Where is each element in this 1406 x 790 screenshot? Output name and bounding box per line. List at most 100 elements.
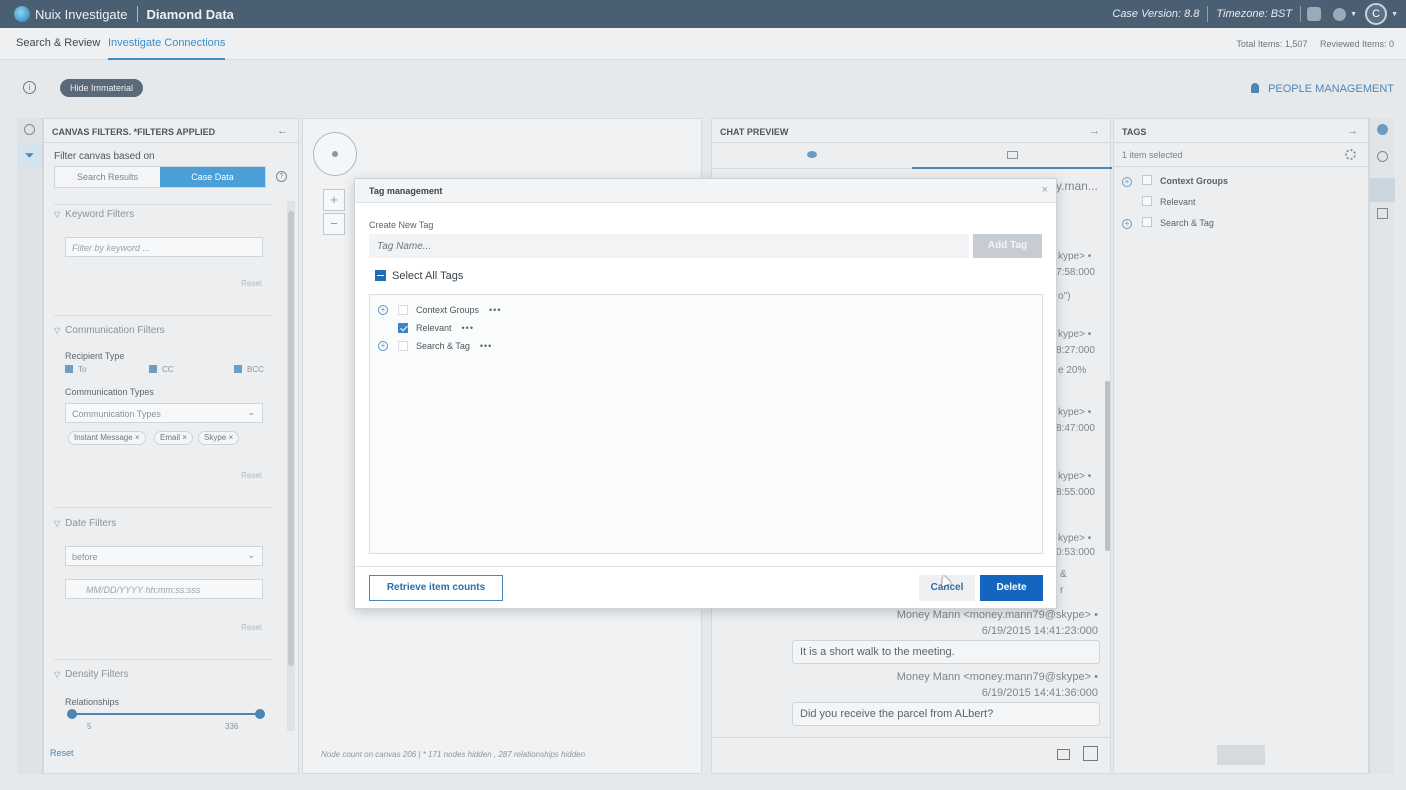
tag-row-context-groups[interactable]: + Context Groups <box>1122 175 1228 187</box>
communication-types-select[interactable]: Communication Types ⌄ <box>65 403 263 423</box>
help-icon[interactable]: ? <box>276 171 287 182</box>
keyword-filter-input[interactable]: Filter by keyword ... <box>65 237 263 257</box>
chip-skype[interactable]: Skype × <box>198 431 240 445</box>
notifications-icon[interactable] <box>1307 7 1322 21</box>
canvas-filters-panel: CANVAS FILTERS. *FILTERS APPLIED ← Filte… <box>43 118 299 774</box>
chip-email[interactable]: Email × <box>154 431 193 445</box>
tag-row-search-tag[interactable]: + Search & Tag <box>1122 217 1214 229</box>
people-management-label: PEOPLE MANAGEMENT <box>1268 83 1394 95</box>
tag-icon[interactable] <box>1370 178 1395 202</box>
eye-icon[interactable] <box>807 151 817 158</box>
recipient-bcc-checkbox[interactable]: BCC <box>234 365 264 374</box>
chevron-down-icon[interactable]: ▼ <box>1391 11 1398 18</box>
communication-reset-link[interactable]: Reset <box>241 471 262 480</box>
retrieve-item-counts-button[interactable]: Retrieve item counts <box>369 575 503 601</box>
apply-button[interactable] <box>1217 745 1265 765</box>
chat-fragment: kype> • <box>1058 533 1092 544</box>
relationships-slider[interactable] <box>67 709 265 719</box>
date-filters-header[interactable]: ▽ Date Filters <box>54 518 116 529</box>
recipient-cc-label: CC <box>162 365 174 374</box>
hide-immaterial-button[interactable]: Hide Immaterial <box>60 79 144 97</box>
filter-icon[interactable]: ⏷ <box>17 143 42 167</box>
date-reset-link[interactable]: Reset <box>241 623 262 632</box>
communication-types-value: Communication Types <box>72 409 161 419</box>
top-bar-right: Case Version: 8.8 Timezone: BST ▼ C ▼ <box>1104 0 1406 28</box>
tag-row-relevant[interactable]: Relevant <box>1122 196 1196 207</box>
tag-checkbox[interactable] <box>398 305 408 315</box>
message-meta: Money Mann <money.mann79@skype> • 6/19/2… <box>897 607 1098 639</box>
comment-icon[interactable] <box>1376 208 1388 219</box>
select-all-tags-checkbox[interactable]: Select All Tags <box>375 270 463 282</box>
filters-scrollbar[interactable] <box>287 201 295 731</box>
recipient-to-checkbox[interactable]: To <box>65 365 86 374</box>
keyword-filters-header[interactable]: ▽ Keyword Filters <box>54 209 134 220</box>
density-filters-header[interactable]: ▽ Density Filters <box>54 669 129 680</box>
expand-icon[interactable]: + <box>378 305 388 315</box>
gear-icon[interactable] <box>1345 149 1356 160</box>
segment-search-results[interactable]: Search Results <box>55 167 160 187</box>
more-options-icon[interactable]: ••• <box>462 323 474 333</box>
more-options-icon[interactable]: ••• <box>489 305 501 315</box>
date-mode-select[interactable]: before ⌄ <box>65 546 263 566</box>
more-options-icon[interactable]: ••• <box>480 341 492 351</box>
chat-fragment: 8:27:000 <box>1056 345 1095 356</box>
tag-checkbox[interactable] <box>1142 196 1152 206</box>
filters-reset-link[interactable]: Reset <box>50 748 74 758</box>
tag-list: + Context Groups ••• Relevant ••• + Sear… <box>369 294 1043 554</box>
chat-fragment: & <box>1060 569 1067 580</box>
info-icon[interactable]: i <box>23 81 36 94</box>
print-icon[interactable] <box>1057 749 1070 760</box>
zoom-in-button[interactable]: + <box>323 189 345 211</box>
slider-max-handle[interactable] <box>255 709 265 719</box>
tab-search-review[interactable]: Search & Review <box>16 37 100 49</box>
close-icon[interactable]: × <box>1042 184 1048 196</box>
segment-case-data[interactable]: Case Data <box>160 167 265 187</box>
tag-checkbox[interactable] <box>1142 217 1152 227</box>
info-icon[interactable] <box>1376 151 1388 162</box>
tag-checkbox-checked[interactable] <box>398 323 408 333</box>
create-new-tag-label: Create New Tag <box>369 220 434 230</box>
tab-investigate-connections[interactable]: Investigate Connections <box>108 37 226 60</box>
message-bubble[interactable]: Did you receive the parcel from ALbert? <box>792 702 1100 726</box>
chat-scrollbar[interactable] <box>1105 381 1110 551</box>
communication-filters-header[interactable]: ▽ Communication Filters <box>54 325 165 336</box>
message-bubble[interactable]: It is a short walk to the meeting. <box>792 640 1100 664</box>
keyword-reset-link[interactable]: Reset <box>241 279 262 288</box>
date-mode-value: before <box>72 552 98 562</box>
tag-checkbox[interactable] <box>398 341 408 351</box>
slider-min-handle[interactable] <box>67 709 77 719</box>
user-avatar[interactable]: C <box>1365 3 1388 25</box>
eye-icon[interactable] <box>1376 124 1388 135</box>
tag-checkbox[interactable] <box>1142 175 1152 185</box>
tag-row-relevant[interactable]: Relevant ••• <box>378 323 474 333</box>
expand-icon[interactable]: + <box>1122 219 1132 229</box>
expand-right-icon[interactable]: → <box>1089 125 1100 137</box>
delete-button[interactable]: Delete <box>980 575 1043 601</box>
tag-row-search-tag[interactable]: + Search & Tag ••• <box>378 341 492 351</box>
chat-preview-footer <box>712 737 1110 773</box>
tag-row-context-groups[interactable]: + Context Groups ••• <box>378 305 501 315</box>
expand-icon[interactable]: + <box>1122 177 1132 187</box>
pan-control[interactable] <box>313 132 357 176</box>
help-icon[interactable] <box>1333 7 1347 21</box>
monitor-icon[interactable] <box>1007 151 1018 159</box>
settings-icon[interactable] <box>24 124 35 135</box>
collapse-left-icon[interactable]: ← <box>277 125 288 137</box>
chip-instant-message[interactable]: Instant Message × <box>68 431 146 445</box>
external-link-icon[interactable] <box>1083 746 1098 761</box>
scrollbar-thumb[interactable] <box>288 211 294 666</box>
chevron-down-icon: ⌄ <box>247 550 255 560</box>
dialog-title: Tag management <box>369 186 443 196</box>
expand-icon[interactable]: + <box>378 341 388 351</box>
message-meta: Money Mann <money.mann79@skype> • 6/19/2… <box>897 669 1098 701</box>
zoom-out-button[interactable]: − <box>323 213 345 235</box>
recipient-cc-checkbox[interactable]: CC <box>149 365 174 374</box>
expand-right-icon[interactable]: → <box>1347 125 1358 137</box>
total-items: Total Items: 1,507 <box>1236 39 1308 49</box>
date-input[interactable]: MM/DD/YYYY hh:mm:ss:sss <box>65 579 263 599</box>
people-management-link[interactable]: PEOPLE MANAGEMENT <box>1251 83 1394 95</box>
chat-fragment: 8:55:000 <box>1056 487 1095 498</box>
tag-name-input[interactable] <box>369 234 969 258</box>
add-tag-button[interactable]: Add Tag <box>973 234 1042 258</box>
chevron-down-icon[interactable]: ▼ <box>1350 11 1357 18</box>
